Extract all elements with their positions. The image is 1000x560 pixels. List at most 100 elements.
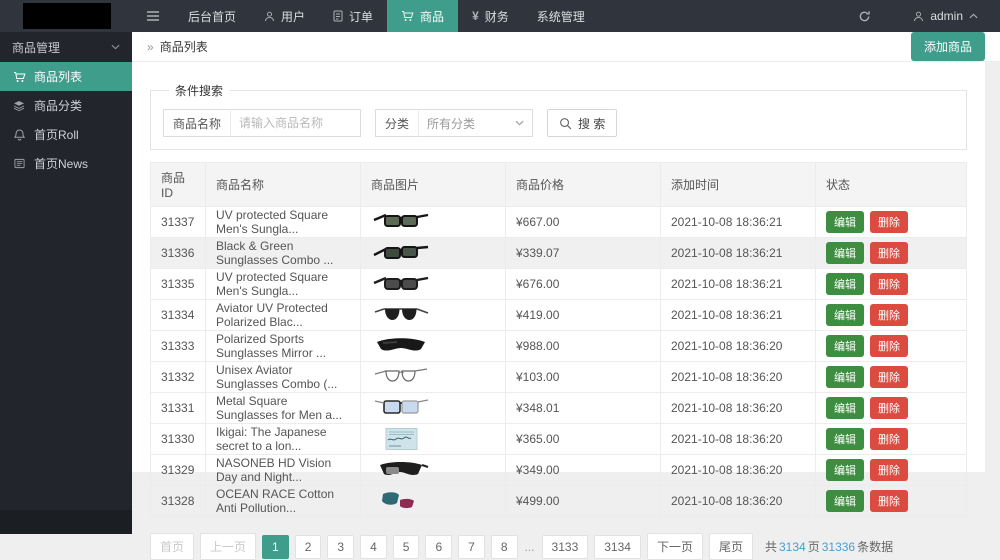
page-3-button[interactable]: 3 [327,535,354,559]
delete-button[interactable]: 删除 [870,335,908,357]
product-name-cell: Black & Green Sunglasses Combo ... [206,238,361,269]
book-image [371,428,495,450]
page-7-button[interactable]: 7 [458,535,485,559]
product-id-cell: 31332 [151,362,206,393]
nav-item-finance[interactable]: ¥财务 [458,0,523,32]
product-status-cell: 编辑删除 [816,207,967,238]
nav-item-orders[interactable]: 订单 [319,0,387,32]
product-status-cell: 编辑删除 [816,238,967,269]
sidebar-item-product-category[interactable]: 商品分类 [0,91,132,120]
summary-text: 条数据 [857,540,893,554]
nav-item-goods[interactable]: 商品 [387,0,458,32]
product-price-cell: ¥499.00 [506,486,661,517]
edit-button[interactable]: 编辑 [826,397,864,419]
delete-button[interactable]: 删除 [870,273,908,295]
product-name-input[interactable] [231,109,361,137]
delete-button[interactable]: 删除 [870,490,908,512]
layers-icon [12,100,26,111]
table-row: 31334Aviator UV Protected Polarized Blac… [151,300,967,331]
page-3133-button[interactable]: 3133 [542,535,589,559]
delete-button[interactable]: 删除 [870,459,908,481]
column-header: 添加时间 [661,163,816,207]
category-label: 分类 [375,109,419,137]
table-row: 31332Unisex Aviator Sunglasses Combo (..… [151,362,967,393]
prev-page-button: 上一页 [200,533,256,560]
product-status-cell: 编辑删除 [816,486,967,517]
edit-button[interactable]: 编辑 [826,459,864,481]
product-name-cell: Unisex Aviator Sunglasses Combo (... [206,362,361,393]
edit-button[interactable]: 编辑 [826,273,864,295]
sunglasses-combo-image [371,242,495,264]
nav-item-home[interactable]: 后台首页 [174,0,250,32]
product-id-cell: 31329 [151,455,206,486]
edit-button[interactable]: 编辑 [826,304,864,326]
page-1-button[interactable]: 1 [262,535,289,559]
sidebar-toggle-button[interactable] [132,0,174,32]
wireframe-image [371,366,495,388]
product-time-cell: 2021-10-08 18:36:20 [661,486,816,517]
product-id-cell: 31330 [151,424,206,455]
product-id-cell: 31334 [151,300,206,331]
sidebar-item-home-roll[interactable]: 首页Roll [0,120,132,149]
chevron-down-icon [111,44,120,50]
doc-icon [333,10,343,22]
table-row: 31336Black & Green Sunglasses Combo ...¥… [151,238,967,269]
pagination-summary: 共3134页31336条数据 [765,538,893,555]
refresh-button[interactable] [844,0,885,32]
category-select[interactable]: 所有分类 [419,109,533,137]
user-menu-button[interactable]: admin [899,0,992,32]
product-id-cell: 31328 [151,486,206,517]
nav-menu: 后台首页用户订单商品¥财务系统管理 [132,0,599,32]
delete-button[interactable]: 删除 [870,242,908,264]
product-image-cell [361,393,506,424]
first-page-button: 首页 [150,533,194,560]
delete-button[interactable]: 删除 [870,304,908,326]
sidebar: 商品管理 商品列表商品分类首页Roll首页News [0,32,132,534]
products-table: 商品ID商品名称商品图片商品价格添加时间状态 31337UV protected… [150,162,967,517]
product-id-cell: 31335 [151,269,206,300]
product-image-cell [361,331,506,362]
sidebar-item-product-list[interactable]: 商品列表 [0,62,132,91]
edit-button[interactable]: 编辑 [826,490,864,512]
product-price-cell: ¥348.01 [506,393,661,424]
edit-button[interactable]: 编辑 [826,211,864,233]
page-8-button[interactable]: 8 [491,535,518,559]
edit-button[interactable]: 编辑 [826,428,864,450]
page-4-button[interactable]: 4 [360,535,387,559]
product-image-cell [361,424,506,455]
product-time-cell: 2021-10-08 18:36:20 [661,362,816,393]
product-name-cell: Polarized Sports Sunglasses Mirror ... [206,331,361,362]
next-page-button[interactable]: 下一页 [647,533,703,560]
table-row: 31331Metal Square Sunglasses for Men a..… [151,393,967,424]
category-group: 分类 所有分类 [375,109,533,137]
edit-button[interactable]: 编辑 [826,335,864,357]
content-card: 条件搜索 商品名称 分类 所有分类 搜 索 [132,62,985,472]
top-navbar: 后台首页用户订单商品¥财务系统管理 admin [0,0,1000,32]
nav-item-system[interactable]: 系统管理 [523,0,599,32]
nav-item-label: 财务 [485,8,509,25]
delete-button[interactable]: 删除 [870,211,908,233]
product-status-cell: 编辑删除 [816,269,967,300]
sidebar-group-product-management[interactable]: 商品管理 [0,32,132,62]
search-button-label: 搜 索 [578,115,605,132]
page-5-button[interactable]: 5 [393,535,420,559]
delete-button[interactable]: 删除 [870,397,908,419]
delete-button[interactable]: 删除 [870,366,908,388]
sidebar-item-home-news[interactable]: 首页News [0,149,132,178]
product-time-cell: 2021-10-08 18:36:20 [661,455,816,486]
add-product-button[interactable]: 添加商品 [911,32,985,61]
product-status-cell: 编辑删除 [816,424,967,455]
last-page-button[interactable]: 尾页 [709,533,753,560]
page-2-button[interactable]: 2 [295,535,322,559]
page-6-button[interactable]: 6 [425,535,452,559]
product-time-cell: 2021-10-08 18:36:21 [661,238,816,269]
nav-item-users[interactable]: 用户 [250,0,319,32]
edit-button[interactable]: 编辑 [826,366,864,388]
edit-button[interactable]: 编辑 [826,242,864,264]
delete-button[interactable]: 删除 [870,428,908,450]
product-id-cell: 31337 [151,207,206,238]
column-header: 商品图片 [361,163,506,207]
search-button[interactable]: 搜 索 [547,109,617,137]
sidebar-nav: 商品列表商品分类首页Roll首页News [0,62,132,178]
page-3134-button[interactable]: 3134 [594,535,641,559]
